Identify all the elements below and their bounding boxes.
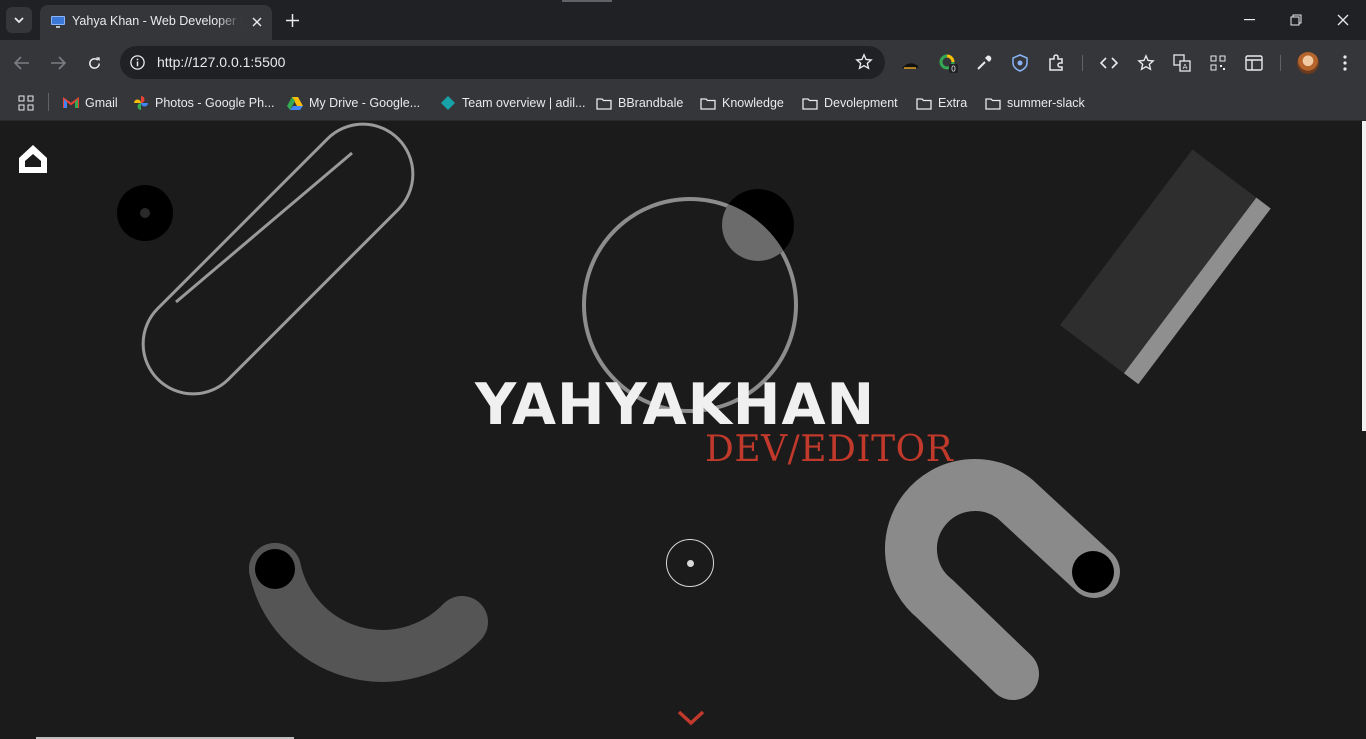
extensions-puzzle-icon[interactable] — [1045, 52, 1067, 74]
folder-icon — [985, 95, 1001, 111]
toolbar-separator — [1082, 55, 1083, 71]
u-black-dot-shape — [1072, 551, 1114, 593]
hero-name: YAHYAKHAN — [475, 372, 876, 438]
bookmark-label: Knowledge — [722, 96, 784, 110]
monitor-favicon-icon — [51, 16, 65, 28]
translate-icon[interactable]: A — [1171, 52, 1193, 74]
bookmark-star-icon[interactable] — [855, 53, 873, 71]
code-brackets-icon[interactable] — [1098, 52, 1120, 74]
url-text[interactable]: http://127.0.0.1:5500 — [157, 54, 285, 70]
extension-badge: 0 — [951, 65, 956, 74]
custom-cursor-dot — [687, 560, 694, 567]
eyedropper-icon[interactable] — [973, 52, 995, 74]
bookmark-folder-bbrandbale[interactable]: BBrandbale — [596, 92, 683, 114]
folder-icon — [916, 95, 932, 111]
tab-title: Yahya Khan - Web Developer Portfolio — [72, 14, 242, 28]
bookmarks-separator — [48, 93, 49, 111]
page-scrollbar[interactable] — [1362, 121, 1366, 431]
home-icon[interactable] — [17, 143, 49, 175]
bookmark-label: BBrandbale — [618, 96, 684, 110]
bookmark-google-drive[interactable]: My Drive - Google... — [287, 92, 420, 114]
chevron-down-icon — [14, 17, 24, 24]
gray-arc-shape — [249, 543, 488, 682]
apps-grid-icon[interactable] — [18, 92, 34, 114]
site-info-icon[interactable] — [129, 54, 146, 71]
bookmark-label: Gmail — [85, 96, 118, 110]
shield-icon[interactable] — [1009, 52, 1031, 74]
minimize-icon[interactable] — [1238, 8, 1262, 32]
outline-rounded-rect-shape — [141, 122, 415, 396]
folder-icon — [596, 95, 612, 111]
side-panel-icon[interactable] — [1243, 52, 1265, 74]
gmail-icon — [63, 95, 79, 111]
diagonal-line-shape — [175, 151, 353, 304]
reload-icon[interactable] — [82, 51, 106, 75]
svg-text:A: A — [1183, 63, 1188, 71]
restore-icon[interactable] — [1284, 8, 1308, 32]
bookmark-label: Devolepment — [824, 96, 898, 110]
toolbar-separator — [1280, 55, 1281, 71]
bookmark-folder-summer-slack[interactable]: summer-slack — [985, 92, 1085, 114]
bookmarks-bar: Gmail Photos - Google Ph... My Drive - G… — [0, 86, 1366, 121]
bookmark-gmail[interactable]: Gmail — [63, 92, 118, 114]
bookmark-label: My Drive - Google... — [309, 96, 421, 110]
folder-icon — [802, 95, 818, 111]
back-arrow-icon[interactable] — [10, 51, 34, 75]
bookmark-google-photos[interactable]: Photos - Google Ph... — [133, 92, 275, 114]
bookmark-team-overview[interactable]: Team overview | adil... — [440, 92, 585, 114]
tab-strip: Yahya Khan - Web Developer Portfolio — [0, 0, 1366, 40]
kebab-menu-icon[interactable] — [1334, 52, 1356, 74]
qr-code-icon[interactable] — [1207, 52, 1229, 74]
close-window-icon[interactable] — [1331, 8, 1355, 32]
hero-role: DEV/EDITOR — [705, 429, 954, 470]
browser-toolbar: http://127.0.0.1:5500 0 A — [0, 40, 1366, 86]
dot-center-shape — [140, 208, 150, 218]
tab-search-button[interactable] — [6, 7, 32, 33]
close-tab-icon[interactable] — [248, 13, 266, 31]
folder-icon — [700, 95, 716, 111]
new-tab-plus-icon[interactable] — [282, 10, 302, 30]
bookmark-folder-devolepment[interactable]: Devolepment — [802, 92, 898, 114]
colorful-extension-icon[interactable]: 0 — [937, 52, 959, 74]
window-drag-handle[interactable] — [562, 0, 612, 2]
bookmark-folder-extra[interactable]: Extra — [916, 92, 967, 114]
portfolio-hero-page: YAHYAKHAN DEV/EDITOR — [0, 121, 1366, 739]
active-tab[interactable]: Yahya Khan - Web Developer Portfolio — [40, 5, 272, 40]
forward-arrow-icon[interactable] — [46, 51, 70, 75]
diamond-icon — [440, 95, 456, 111]
favorites-star-icon[interactable] — [1135, 52, 1157, 74]
bookmark-folder-knowledge[interactable]: Knowledge — [700, 92, 784, 114]
dark-slab-shape — [1060, 149, 1271, 385]
gray-u-shape — [884, 459, 1120, 700]
scroll-down-chevron-icon[interactable] — [676, 708, 706, 728]
bookmark-label: summer-slack — [1007, 96, 1085, 110]
arc-black-dot-shape — [255, 549, 295, 589]
bookmark-label: Photos - Google Ph... — [155, 96, 275, 110]
bookmark-label: Team overview | adil... — [462, 96, 586, 110]
hat-extension-icon[interactable] — [899, 52, 921, 74]
profile-avatar[interactable] — [1297, 52, 1319, 74]
bookmark-label: Extra — [938, 96, 968, 110]
address-bar[interactable]: http://127.0.0.1:5500 — [120, 46, 885, 79]
google-photos-icon — [133, 95, 149, 111]
google-drive-icon — [287, 95, 303, 111]
